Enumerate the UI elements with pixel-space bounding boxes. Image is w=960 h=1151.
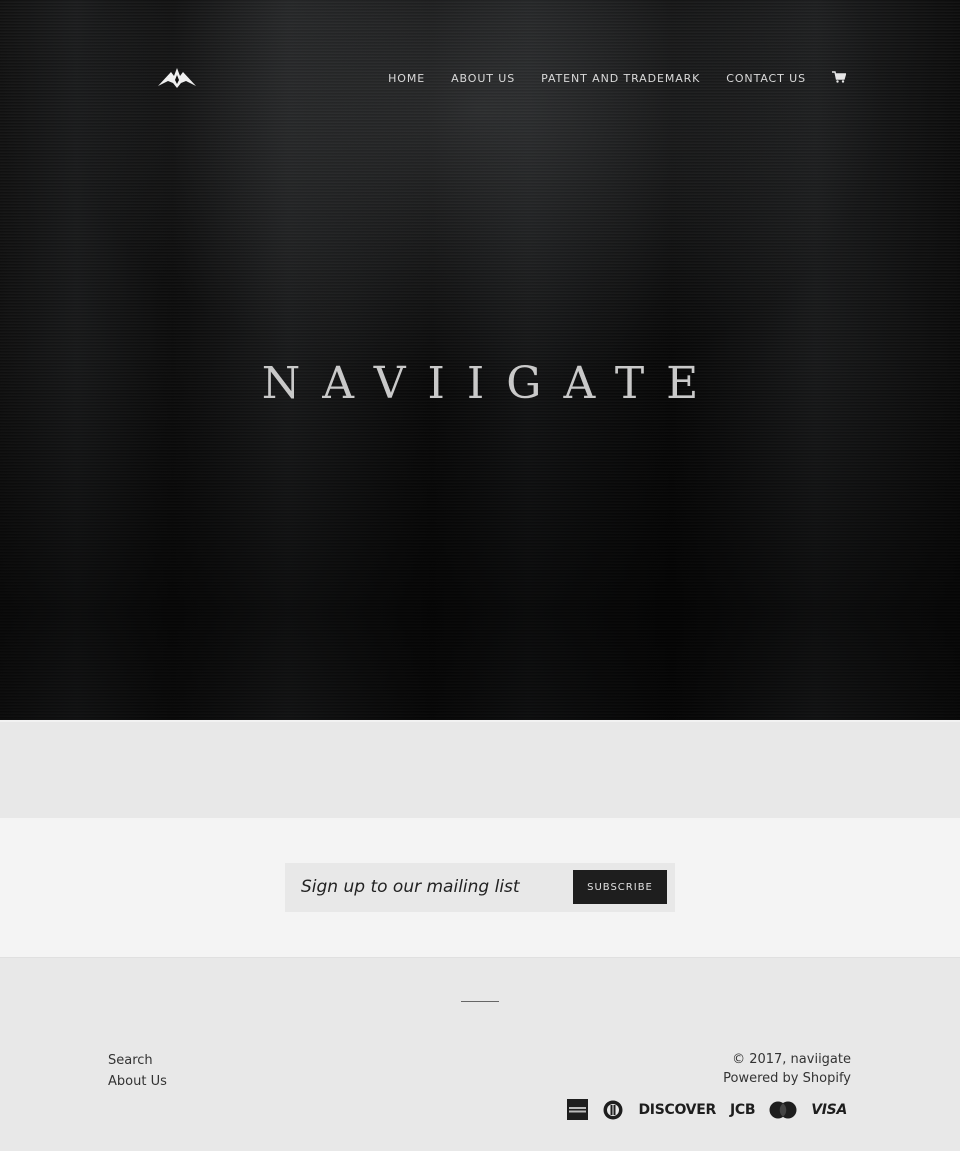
footer-meta: © 2017, naviigate Powered by Shopify xyxy=(723,1050,851,1088)
site-logo[interactable] xyxy=(158,66,196,88)
footer-divider xyxy=(461,1001,499,1002)
nav-about-us[interactable]: About Us xyxy=(451,72,515,85)
footer-links: Search About Us xyxy=(108,1050,167,1092)
newsletter-email-input[interactable] xyxy=(301,873,561,901)
mastercard-icon xyxy=(769,1101,797,1119)
newsletter-section: Subscribe xyxy=(0,818,960,957)
powered-by-link[interactable]: Powered by Shopify xyxy=(723,1069,851,1088)
hero-wordmark: NAVIIGATE xyxy=(261,358,721,409)
newsletter-form: Subscribe xyxy=(285,863,675,912)
footer-link-search[interactable]: Search xyxy=(108,1050,167,1071)
nav-home[interactable]: Home xyxy=(388,72,425,85)
jcb-icon: JCB xyxy=(729,1101,756,1118)
main-nav: Home About Us Patent and Trademark Conta… xyxy=(388,70,847,85)
nav-contact-us[interactable]: Contact Us xyxy=(726,72,806,85)
footer-link-about-us[interactable]: About Us xyxy=(108,1071,167,1092)
american-express-icon xyxy=(567,1099,589,1120)
naviigate-logo-icon xyxy=(158,68,196,88)
discover-icon: DISCOVER xyxy=(638,1101,716,1118)
cart-button[interactable] xyxy=(832,70,847,83)
empty-content-band xyxy=(0,720,960,818)
diners-club-icon xyxy=(602,1100,624,1120)
hero-banner: Home About Us Patent and Trademark Conta… xyxy=(0,0,960,720)
nav-patent-and-trademark[interactable]: Patent and Trademark xyxy=(541,72,700,85)
payment-icons: DISCOVER JCB VISA xyxy=(567,1099,847,1120)
site-header: Home About Us Patent and Trademark Conta… xyxy=(0,0,960,160)
site-footer: Search About Us © 2017, naviigate Powere… xyxy=(0,957,960,1151)
subscribe-button[interactable]: Subscribe xyxy=(573,870,667,904)
shopping-cart-icon xyxy=(832,70,847,83)
copyright-text: © 2017, naviigate xyxy=(732,1052,851,1067)
visa-icon: VISA xyxy=(811,1101,847,1118)
